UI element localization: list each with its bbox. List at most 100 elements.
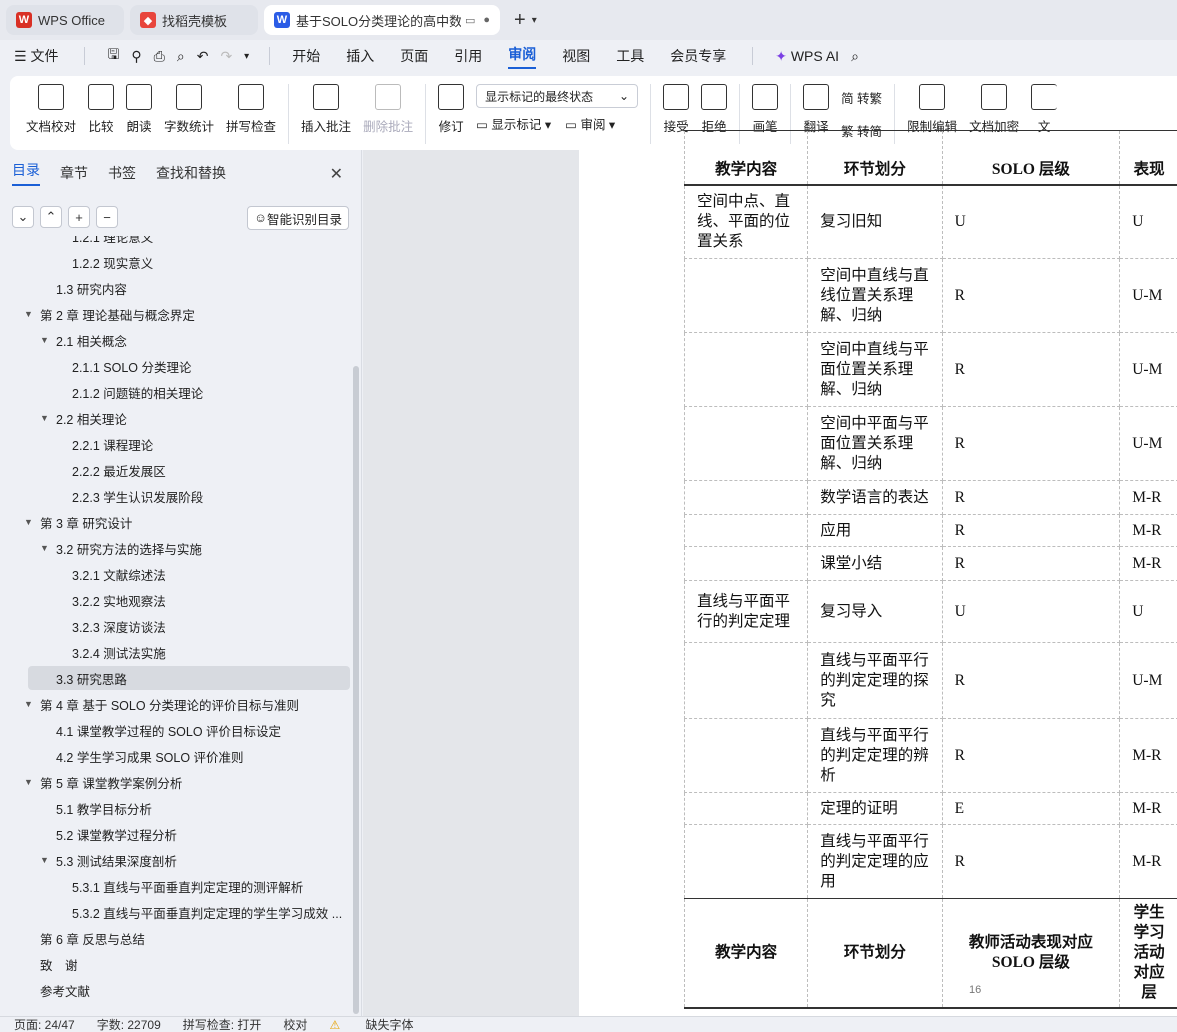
table-cell-stage[interactable]: 直线与平面平行的判定定理的辨析 (807, 718, 943, 793)
table-cell-student[interactable]: U-M (1119, 642, 1177, 719)
add-icon[interactable]: + (68, 206, 90, 228)
toc-item[interactable]: 3.3 研究思路 (40, 666, 127, 690)
collapse-arrow-icon[interactable]: ▼ (24, 517, 36, 527)
table-cell-stage[interactable]: 数学语言的表达 (807, 480, 943, 515)
missing-font-status[interactable]: ⚠ 缺失字体 (329, 1017, 435, 1032)
table-cell-teacher[interactable]: U (941, 580, 1121, 643)
tab-bookmarks[interactable]: 书签 (108, 163, 136, 183)
file-menu[interactable]: ☰ 文件 (14, 46, 58, 66)
share-icon[interactable]: ⚲ (131, 48, 141, 65)
table-cell-teacher[interactable]: R (941, 514, 1121, 547)
spell-check-button[interactable]: 拼写检查 (226, 84, 276, 135)
table-cell-student[interactable]: M-R (1119, 480, 1177, 515)
doc-more-button[interactable]: 文 (1031, 84, 1058, 135)
toc-item[interactable]: ▼ 第 3 章 研究设计 (24, 510, 132, 534)
toc-item[interactable]: 1.2.2 现实意义 (56, 250, 153, 274)
table-cell-content[interactable]: 空间中点、直线、平面的位置关系 (683, 184, 809, 259)
save-icon[interactable]: 🖫 (107, 44, 119, 68)
toc-item[interactable]: 第 6 章 反思与总结 (24, 926, 145, 950)
table-cell-teacher[interactable]: R (941, 718, 1121, 793)
table-cell-teacher[interactable]: R (941, 824, 1121, 899)
collapse-arrow-icon[interactable]: ▼ (24, 777, 36, 787)
pen-button[interactable]: 画笔 (752, 84, 779, 135)
menu-tools[interactable]: 工具 (616, 46, 644, 66)
remove-icon[interactable]: − (96, 206, 118, 228)
table-cell-teacher[interactable]: R (941, 480, 1121, 515)
encrypt-button[interactable]: 文档加密 (969, 84, 1019, 135)
table-cell-content[interactable] (683, 824, 809, 899)
close-icon[interactable]: ✕ (330, 164, 343, 184)
toc-item[interactable]: 2.2.2 最近发展区 (56, 458, 166, 482)
word-count-button[interactable]: 字数统计 (164, 84, 214, 135)
table-cell-teacher[interactable]: R (941, 406, 1121, 481)
toc-item[interactable]: 2.1.1 SOLO 分类理论 (56, 354, 191, 378)
menu-home[interactable]: 开始 (292, 46, 320, 66)
collapse-arrow-icon[interactable]: ▼ (24, 699, 36, 709)
compare-button[interactable]: 比较 (88, 84, 115, 135)
menu-reference[interactable]: 引用 (454, 46, 482, 66)
toc-item[interactable]: ▼ 2.2 相关理论 (40, 406, 127, 430)
doc-check-button[interactable]: 文档校对 (26, 84, 76, 135)
toc-item[interactable]: 3.2.2 实地观察法 (56, 588, 166, 612)
translate-button[interactable]: 翻译 (803, 84, 830, 135)
table-cell-content[interactable] (683, 546, 809, 581)
toc-item[interactable]: 1.3 研究内容 (40, 276, 127, 300)
table-cell-teacher[interactable]: R (941, 546, 1121, 581)
tab-find-replace[interactable]: 查找和替换 (156, 163, 226, 183)
unsaved-dot-icon[interactable]: ● (483, 14, 490, 26)
restrict-edit-button[interactable]: 限制编辑 (907, 84, 957, 135)
table-cell-stage[interactable]: 空间中平面与平面位置关系理解、归纳 (807, 406, 943, 481)
expand-down-icon[interactable]: ⌄ (12, 206, 34, 228)
table-cell-teacher[interactable]: R (941, 332, 1121, 407)
collapse-up-icon[interactable]: ⌃ (40, 206, 62, 228)
collapse-arrow-icon[interactable]: ▼ (24, 309, 36, 319)
review-pane-button[interactable]: ▭ 审阅 ▾ (565, 114, 615, 133)
toc-item[interactable]: ▼ 第 4 章 基于 SOLO 分类理论的评价目标与准则 (24, 692, 299, 716)
table-cell-stage[interactable]: 定理的证明 (807, 792, 943, 825)
table-cell-student[interactable]: U-M (1119, 258, 1177, 333)
table-cell-student[interactable]: M-R (1119, 718, 1177, 793)
table-cell-student[interactable]: M-R (1119, 546, 1177, 581)
new-tab-icon[interactable]: + (514, 9, 526, 32)
toc-item[interactable]: ▼ 第 2 章 理论基础与概念界定 (24, 302, 195, 326)
tab-wps-office[interactable]: W WPS Office (6, 5, 124, 35)
table-cell-content[interactable] (683, 406, 809, 481)
delete-comment-button[interactable]: 删除批注 (363, 84, 413, 135)
toc-item[interactable]: 5.1 教学目标分析 (40, 796, 152, 820)
accept-button[interactable]: 接受 (663, 84, 690, 135)
menu-review[interactable]: 审阅 (508, 44, 537, 69)
markup-state-select[interactable]: 显示标记的最终状态 ⌄ (476, 84, 639, 108)
redo-icon[interactable]: ↷ (220, 48, 232, 65)
track-changes-button[interactable]: 修订 (438, 84, 465, 135)
table-cell-content[interactable] (683, 332, 809, 407)
to-traditional-button[interactable]: 简 转繁 (841, 88, 882, 107)
toc-item[interactable]: 1.2.1 理论意义 (56, 236, 153, 248)
toc-item[interactable]: 参考文献 (24, 978, 90, 1002)
tab-toc[interactable]: 目录 (12, 160, 40, 186)
undo-icon[interactable]: ↶ (197, 48, 209, 65)
toc-item[interactable]: 5.3.1 直线与平面垂直判定定理的测评解析 (56, 874, 303, 898)
more-chevron-icon[interactable]: ▾ (244, 51, 249, 62)
print-icon[interactable]: ⎙ (154, 48, 165, 65)
table-cell-student[interactable]: U (1119, 580, 1177, 643)
chevron-down-icon[interactable]: ▾ (532, 15, 537, 26)
tab-template[interactable]: ◆ 找稻壳模板 (130, 5, 258, 35)
toc-scrollbar[interactable] (353, 366, 359, 1014)
table-cell-student[interactable]: M-R (1119, 792, 1177, 825)
table-cell-stage[interactable]: 复习旧知 (807, 184, 943, 259)
table-cell-content[interactable] (683, 480, 809, 515)
table-cell-teacher[interactable]: U (941, 184, 1121, 259)
menu-page[interactable]: 页面 (400, 46, 428, 66)
smart-toc-button[interactable]: ☺ 智能识别目录 (247, 206, 349, 230)
toc-item[interactable]: 3.2.4 测试法实施 (56, 640, 166, 664)
table-cell-student[interactable]: U-M (1119, 406, 1177, 481)
tab-document[interactable]: W 基于SOLO分类理论的高中数学 ▭ ● (264, 5, 500, 35)
table-cell-student[interactable]: U (1119, 184, 1177, 259)
table-cell-content[interactable] (683, 718, 809, 793)
toc-item[interactable]: 致 谢 (24, 952, 78, 976)
toc-item[interactable]: 4.2 学生学习成果 SOLO 评价准则 (40, 744, 244, 768)
table-cell-stage[interactable]: 直线与平面平行的判定定理的应用 (807, 824, 943, 899)
search-icon[interactable]: ⌕ (851, 48, 859, 65)
collapse-arrow-icon[interactable]: ▼ (40, 413, 52, 423)
collapse-arrow-icon[interactable]: ▼ (40, 543, 52, 553)
